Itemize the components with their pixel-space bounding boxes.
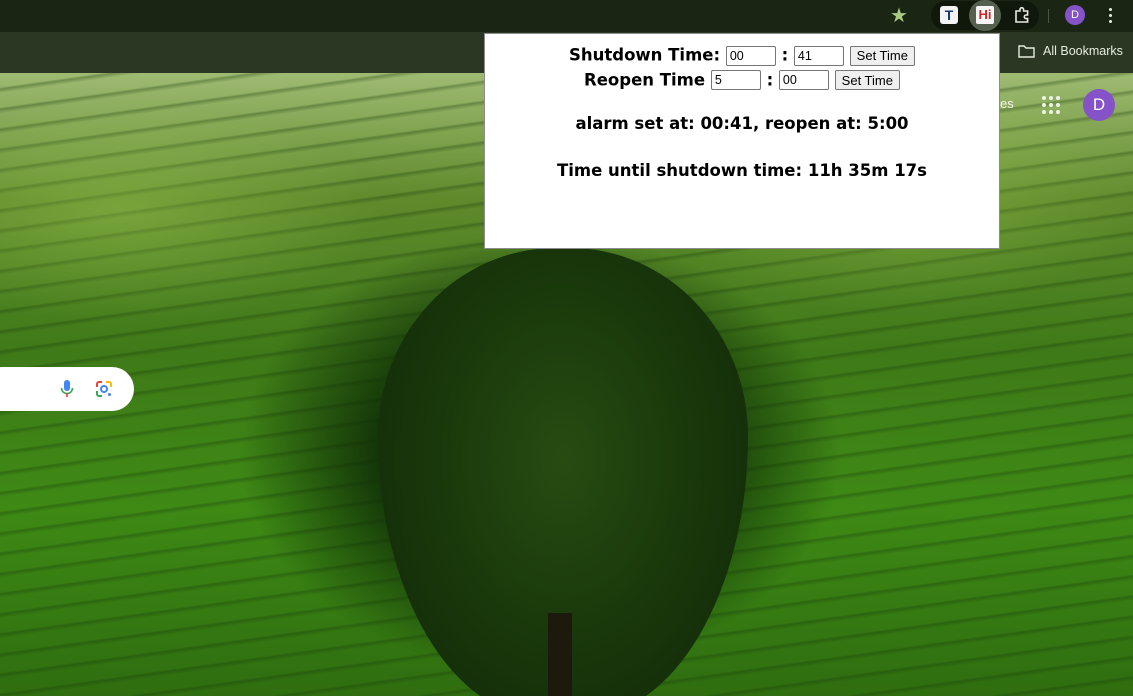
puzzle-extensions-icon[interactable] xyxy=(1012,5,1032,25)
shutdown-time-row: Shutdown Time: : Set Time xyxy=(485,43,999,68)
shutdown-extension-popup: Shutdown Time: : Set Time Reopen Time : … xyxy=(484,33,1000,249)
hi-extension-icon[interactable]: Hi xyxy=(976,6,994,24)
reopen-set-time-button[interactable]: Set Time xyxy=(834,70,900,90)
shutdown-hour-input[interactable] xyxy=(725,45,776,66)
reopen-minute-input[interactable] xyxy=(778,70,829,90)
time-separator: : xyxy=(781,45,789,65)
folder-icon xyxy=(1018,45,1035,58)
google-lens-icon[interactable] xyxy=(95,380,113,398)
voice-search-icon[interactable] xyxy=(59,379,75,399)
more-menu-icon[interactable] xyxy=(1103,5,1117,27)
bookmark-star-icon[interactable]: ★ xyxy=(888,5,910,27)
profile-avatar-small[interactable]: D xyxy=(1065,5,1085,25)
alarm-status-text: alarm set at: 00:41, reopen at: 5:00 xyxy=(575,114,909,133)
all-bookmarks-button[interactable]: All Bookmarks xyxy=(1043,44,1123,58)
shutdown-time-label: Shutdown Time: xyxy=(569,45,721,65)
time-separator: : xyxy=(766,70,774,89)
tree-image-trunk xyxy=(548,613,572,696)
countdown-text: Time until shutdown time: 11h 35m 17s xyxy=(557,161,927,180)
google-apps-icon[interactable] xyxy=(1042,96,1060,114)
toolbar-separator xyxy=(1048,9,1049,23)
ntp-link-fragment[interactable]: es xyxy=(1000,96,1014,111)
reopen-time-row: Reopen Time : Set Time xyxy=(485,68,999,93)
t-extension-icon[interactable]: T xyxy=(940,6,958,24)
shutdown-minute-input[interactable] xyxy=(793,45,844,66)
reopen-time-label: Reopen Time xyxy=(584,70,706,89)
reopen-hour-input[interactable] xyxy=(710,70,761,90)
shutdown-set-time-button[interactable]: Set Time xyxy=(849,45,915,66)
browser-toolbar: ★ T Hi D xyxy=(0,0,1133,32)
profile-avatar-large[interactable]: D xyxy=(1083,89,1115,121)
